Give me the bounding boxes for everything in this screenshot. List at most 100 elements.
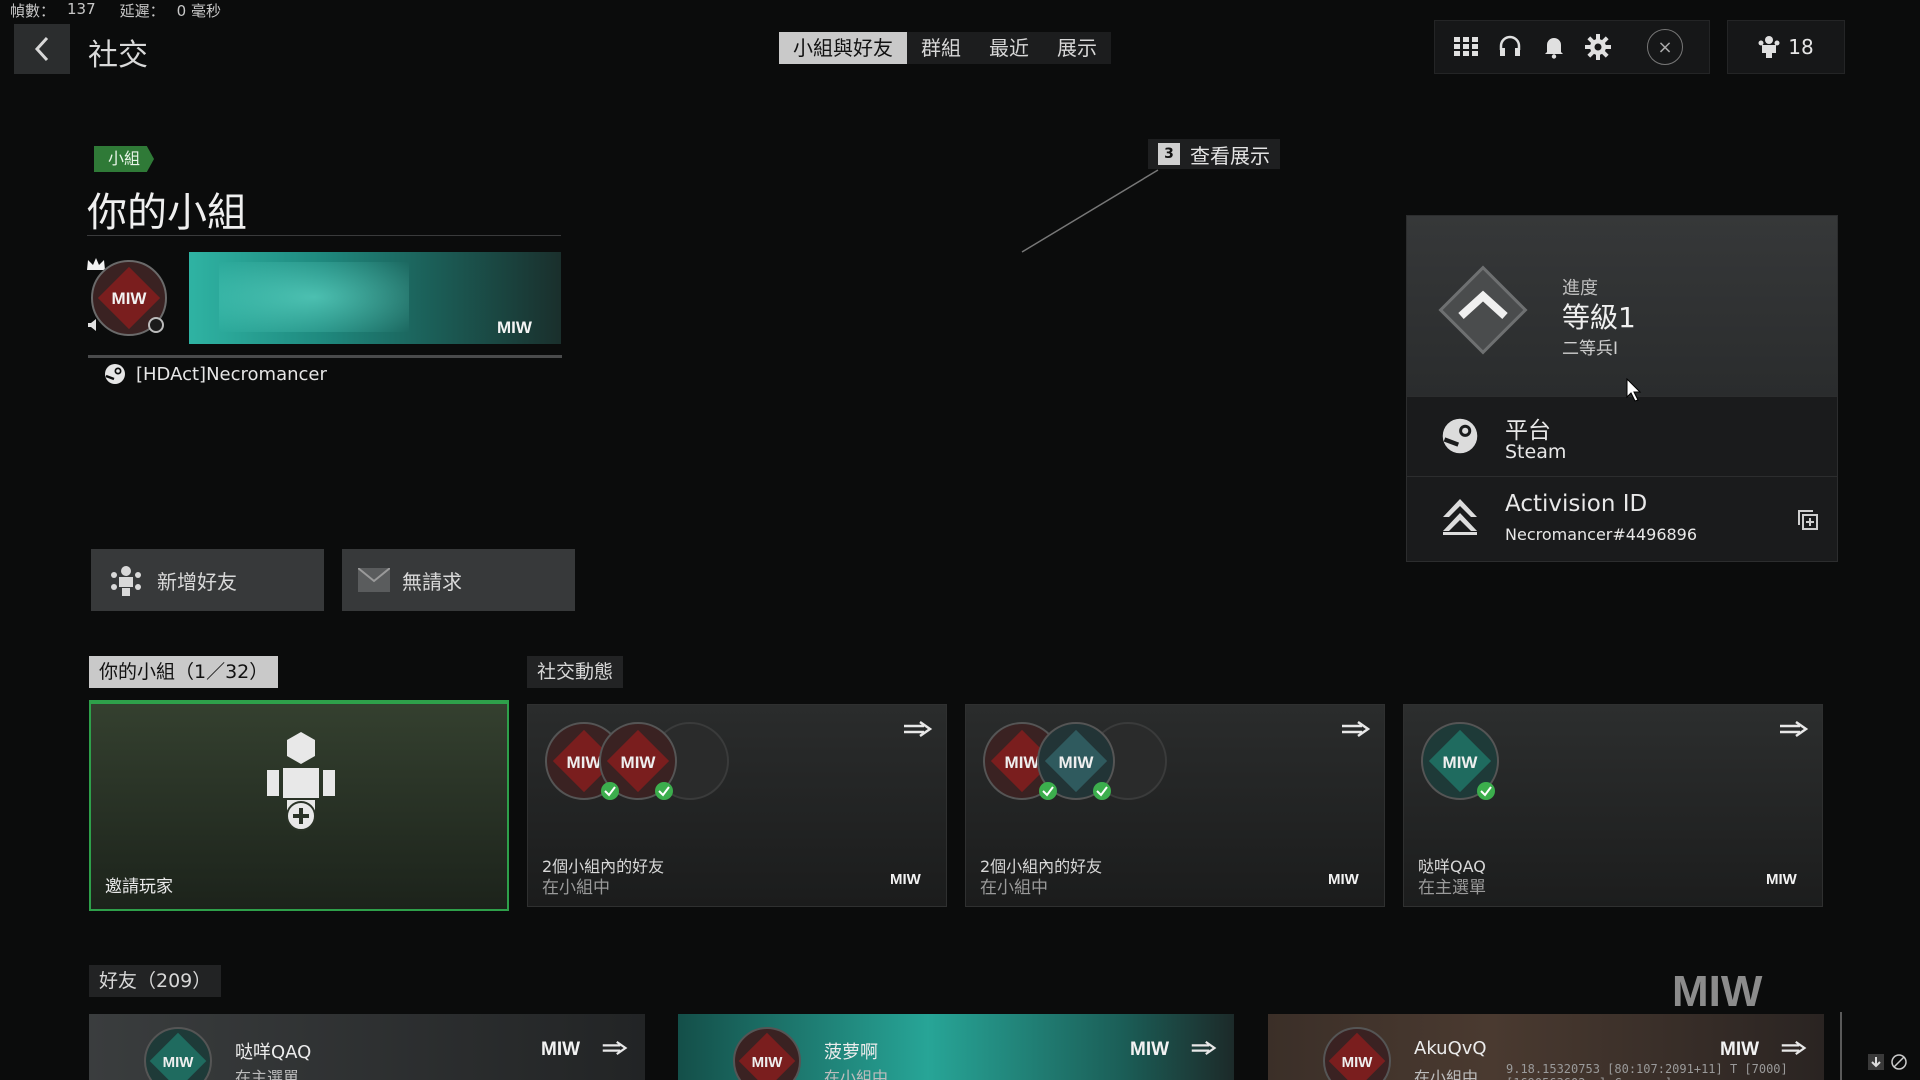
platform-row: 平台 Steam [1407,396,1837,476]
invite-player-label: 邀請玩家 [105,877,173,897]
mouse-cursor-icon [1626,378,1642,402]
svg-text:MIW: MIW [1720,1039,1759,1058]
calling-card[interactable]: MIW [189,252,561,344]
party-tag: 小組 [94,146,155,172]
player-avatar: MIW [1421,722,1499,800]
level-value: 等級1 [1562,301,1636,334]
svg-text:MIW: MIW [1342,1054,1374,1071]
join-arrow-icon[interactable] [1780,1038,1808,1058]
party-avatars: MIW MIW [983,722,1167,800]
steam-icon [1442,418,1478,454]
profile-card: 進度 等級1 二等兵I 平台 Steam Activision ID Necro… [1406,215,1838,562]
bell-icon[interactable] [1539,32,1569,62]
fps-value: 137 [67,0,96,18]
social-card-status: 在主選單 [1418,878,1486,898]
join-arrow-icon[interactable] [1778,719,1810,739]
copy-icon[interactable] [1797,509,1819,531]
invite-player-icon [267,732,335,831]
social-feed-label: 社交動態 [527,656,624,688]
rank-emblem-icon [1438,265,1528,355]
svg-text:MIW: MIW [497,318,533,336]
online-friends-button[interactable]: 18 [1727,20,1845,74]
headset-icon[interactable] [1495,32,1525,62]
corner-status-icons [1868,1054,1908,1070]
friend-name: AkuQvQ [1414,1038,1487,1059]
progress-panel[interactable]: 進度 等級1 二等兵I [1407,216,1837,396]
chevron-left-icon [34,36,49,62]
svg-text:MIW: MIW [1443,753,1479,772]
mw-logo-icon: MIW [541,1039,580,1058]
invite-player-card[interactable]: 邀請玩家 [89,700,509,911]
svg-text:MIW: MIW [1005,753,1041,772]
social-feed-card[interactable]: MIW MIW 2個小組內的好友 在小組中 MIW [527,704,947,907]
friend-avatar: MIW [1323,1027,1391,1080]
friend-avatar: MIW [144,1027,212,1080]
build-version: 9.18.15320753 [80:107:2091+11] T [7000][… [1506,1062,1788,1080]
tab-party-friends[interactable]: 小組與好友 [779,32,907,64]
platform-value: Steam [1505,441,1567,463]
friend-row[interactable]: MIW 哒咩QAQ 在主選單 MIW [89,1014,645,1080]
friend-status: 在小組中 [824,1068,889,1080]
tab-groups[interactable]: 群組 [907,32,975,64]
svg-text:MIW: MIW [112,289,148,308]
requests-button[interactable]: 無請求 [342,549,575,611]
steam-icon [105,364,125,384]
svg-text:MIW: MIW [1059,753,1095,772]
svg-text:MIW: MIW [567,753,603,772]
party-avatars: MIW MIW [545,722,729,800]
latency-label: 延遲： [119,2,165,20]
friend-avatar: MIW [733,1027,801,1080]
mw-logo-icon: MIW [497,318,533,336]
svg-text:MIW: MIW [1328,871,1360,886]
view-showcase-button[interactable]: 3 查看展示 [1148,139,1280,169]
requests-label: 無請求 [402,569,462,594]
back-button[interactable] [14,24,70,74]
close-icon[interactable]: × [1647,29,1683,65]
social-card-status: 在小組中 [542,878,610,898]
tab-showcase[interactable]: 展示 [1043,32,1111,64]
join-arrow-icon[interactable] [1190,1038,1218,1058]
header-icon-bar: × [1434,20,1710,74]
connector-line [1021,169,1159,253]
rank-name: 二等兵I [1562,339,1619,359]
divider [88,355,562,358]
mw-logo-icon: MIW [1720,1039,1759,1058]
join-arrow-icon[interactable] [902,719,934,739]
friends-icon [1758,36,1780,58]
join-arrow-icon[interactable] [1340,719,1372,739]
friend-name: 菠萝啊 [824,1042,878,1063]
main-tabs: 小組與好友 群組 最近 展示 [779,32,1111,64]
svg-text:MIW: MIW [621,753,657,772]
social-feed-card[interactable]: MIW 哒咩QAQ 在主選單 MIW [1403,704,1823,907]
member-name: [HDAct]Necromancer [136,363,327,385]
page-title: 社交 [88,38,148,73]
svg-text:MIW: MIW [752,1054,784,1071]
friend-row[interactable]: MIW 菠萝啊 在小組中 MIW [678,1014,1234,1080]
download-icon [1868,1054,1884,1070]
add-friend-button[interactable]: 新增好友 [91,549,324,611]
add-friend-icon [111,566,141,596]
mw-logo-icon: MIW [1130,1039,1169,1058]
mw-logo-icon: MIW [1672,968,1763,1010]
mw-logo-icon: MIW [1766,871,1798,886]
join-arrow-icon[interactable] [601,1038,629,1058]
gear-icon[interactable] [1583,32,1613,62]
svg-text:MIW: MIW [1672,968,1763,1010]
party-member-row[interactable]: [HDAct]Necromancer [104,363,327,385]
activision-id-title: Activision ID [1505,491,1648,517]
activision-id-value: Necromancer#4496896 [1505,525,1698,544]
activision-id-row: Activision ID Necromancer#4496896 [1407,476,1837,556]
social-feed-card[interactable]: MIW MIW 2個小組內的好友 在小組中 MIW [965,704,1385,907]
activision-icon [1443,499,1477,535]
friend-status: 在小組中 [1414,1068,1479,1080]
speaker-icon [88,319,96,331]
friend-name: 哒咩QAQ [235,1042,312,1063]
member-emblem-icon[interactable]: MIW [90,259,168,337]
apps-grid-icon[interactable] [1451,32,1481,62]
perf-overlay: 幀數： 137 延遲： 0 毫秒 [10,0,233,21]
tab-recent[interactable]: 最近 [975,32,1043,64]
mw-logo-icon: MIW [1328,871,1360,886]
svg-text:MIW: MIW [890,871,922,886]
add-friend-label: 新增好友 [157,569,237,594]
svg-text:MIW: MIW [1130,1039,1169,1058]
